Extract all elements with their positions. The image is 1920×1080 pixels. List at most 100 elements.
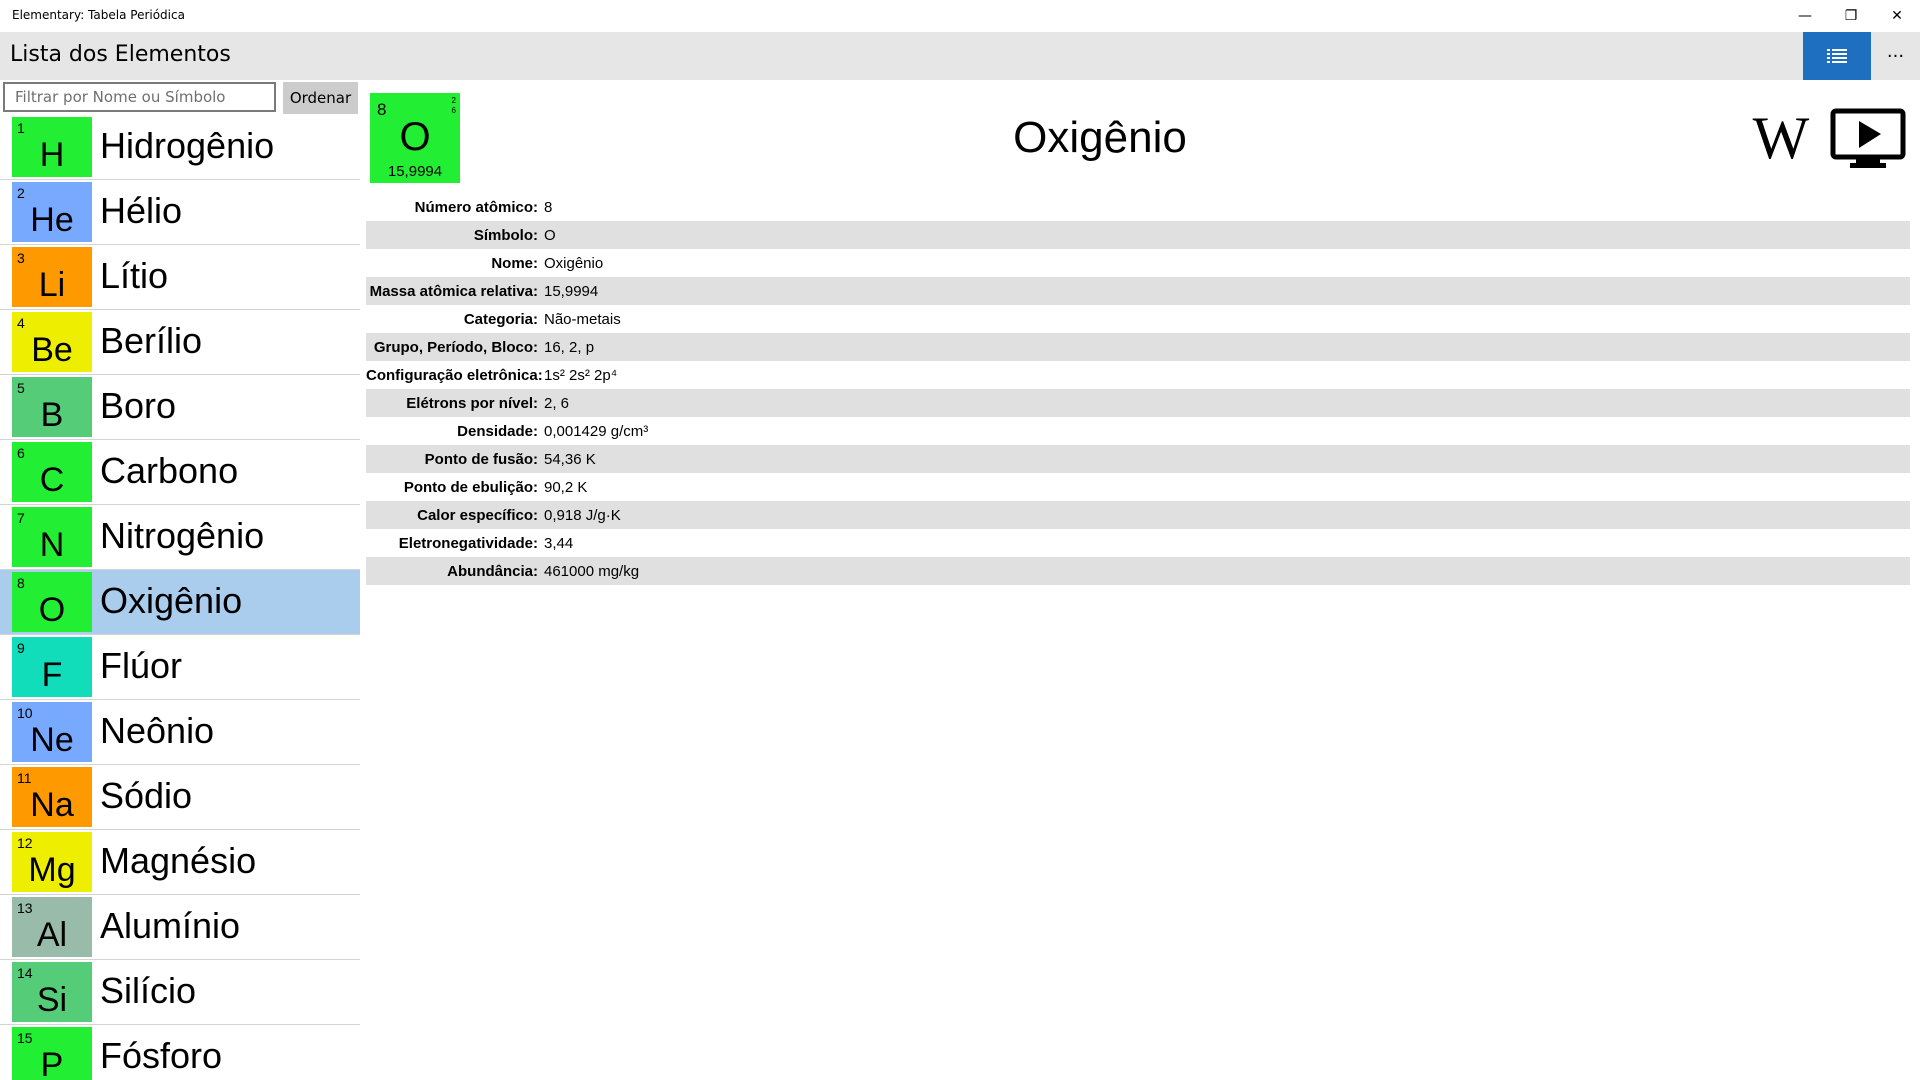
table-row: Massa atômica relativa: 15,9994 bbox=[366, 277, 1910, 305]
element-symbol: Na bbox=[30, 786, 74, 824]
element-symbol: Li bbox=[38, 266, 66, 304]
property-label: Categoria: bbox=[463, 310, 538, 328]
element-tile: 15 P bbox=[12, 1027, 92, 1080]
list-item[interactable]: 15 P Fósforo bbox=[0, 1025, 360, 1080]
element-name: Berílio bbox=[100, 320, 203, 361]
element-tile: 5B bbox=[12, 377, 92, 437]
element-symbol: F bbox=[41, 656, 63, 694]
list-item[interactable]: 13 Al Alumínio bbox=[0, 895, 360, 960]
wikipedia-button[interactable]: W bbox=[1744, 108, 1818, 168]
element-number: 7 bbox=[17, 510, 25, 526]
element-name: Boro bbox=[100, 385, 177, 426]
property-value: 16, 2, p bbox=[544, 338, 595, 356]
element-symbol: He bbox=[30, 201, 74, 239]
element-number: 2 bbox=[17, 185, 25, 201]
element-symbol: C bbox=[39, 461, 65, 499]
element-tile: 4 Be bbox=[12, 312, 92, 372]
element-name: Magnésio bbox=[100, 840, 257, 881]
element-tile: 12 Mg bbox=[12, 832, 92, 892]
table-row: Símbolo: O bbox=[366, 221, 1910, 249]
table-row: Grupo, Período, Bloco: 16, 2, p bbox=[366, 333, 1910, 361]
list-item[interactable]: 8 O Oxigênio bbox=[0, 570, 360, 635]
element-name: Nitrogênio bbox=[100, 515, 265, 556]
list-icon bbox=[1827, 49, 1847, 63]
filter-input[interactable] bbox=[3, 82, 276, 112]
element-number: 9 bbox=[17, 640, 25, 656]
table-row: Abundância: 461000 mg/kg bbox=[366, 557, 1910, 585]
element-name: Oxigênio bbox=[100, 580, 243, 621]
element-symbol: Al bbox=[36, 916, 68, 954]
close-button[interactable]: ✕ bbox=[1874, 0, 1920, 32]
table-row: Ponto de ebulição: 90,2 K bbox=[366, 473, 1910, 501]
element-symbol: O bbox=[38, 591, 66, 629]
property-value: O bbox=[544, 226, 556, 244]
element-tile: 13 Al bbox=[12, 897, 92, 957]
list-item[interactable]: 4 Be Berílio bbox=[0, 310, 360, 375]
element-symbol: B bbox=[40, 396, 64, 434]
window-titlebar: Elementary: Tabela Periódica — ❐ ✕ bbox=[0, 0, 1920, 32]
element-number: 15 bbox=[17, 1030, 33, 1046]
sort-button[interactable]: Ordenar bbox=[283, 82, 358, 114]
property-label: Eletronegatividade: bbox=[398, 534, 538, 552]
list-view-button[interactable] bbox=[1803, 32, 1871, 80]
list-item[interactable]: 9 F Flúor bbox=[0, 635, 360, 700]
list-item[interactable]: 5 B Boro bbox=[0, 375, 360, 440]
minimize-button[interactable]: — bbox=[1782, 0, 1828, 32]
video-play-icon bbox=[1830, 108, 1906, 168]
list-item[interactable]: 6 C Carbono bbox=[0, 440, 360, 505]
element-symbol: Ne bbox=[30, 721, 74, 759]
list-item[interactable]: 7 N Nitrogênio bbox=[0, 505, 360, 570]
element-tile: 2 He bbox=[12, 182, 92, 242]
element-tile: 9F bbox=[12, 637, 92, 697]
property-label: Massa atômica relativa: bbox=[369, 282, 538, 300]
element-name: Hidrogênio bbox=[100, 125, 275, 166]
property-value: 1s² 2s² 2p⁴ bbox=[544, 366, 618, 384]
element-tile: 6C bbox=[12, 442, 92, 502]
properties-table: Número atômico: 8 Símbolo: O Nome: Oxigênio Ma… bbox=[366, 193, 1910, 585]
element-tile: 1H bbox=[12, 117, 92, 177]
property-label: Configuração eletrônica: bbox=[366, 366, 543, 384]
element-detail-panel: 8 2 6 O 15,9994 Oxigênio W Número atômic… bbox=[366, 80, 1910, 1080]
property-label: Calor específico: bbox=[417, 506, 538, 524]
list-item[interactable]: 11 Na Sódio bbox=[0, 765, 360, 830]
element-number: 1 bbox=[17, 120, 25, 136]
element-tile: 14 Si bbox=[12, 962, 92, 1022]
list-item[interactable]: 3 Li Lítio bbox=[0, 245, 360, 310]
list-item[interactable]: 12 Mg Magnésio bbox=[0, 830, 360, 895]
window-title: Elementary: Tabela Periódica bbox=[12, 8, 185, 22]
list-item[interactable]: 1 H Hidrogênio bbox=[0, 115, 360, 180]
element-name: Carbono bbox=[100, 450, 239, 491]
video-button[interactable] bbox=[1830, 108, 1906, 170]
element-symbol: Mg bbox=[28, 851, 76, 889]
shell-1: 2 bbox=[451, 96, 456, 105]
element-tile: 8O bbox=[12, 572, 92, 632]
element-name: Fósforo bbox=[100, 1035, 223, 1076]
table-row: Calor específico: 0,918 J/g·K bbox=[366, 501, 1910, 529]
element-number: 13 bbox=[17, 900, 33, 916]
element-name: Silício bbox=[100, 970, 197, 1011]
page-title: Lista dos Elementos bbox=[10, 42, 231, 67]
property-value: 2, 6 bbox=[544, 394, 570, 412]
more-options-button[interactable]: ··· bbox=[1871, 32, 1920, 80]
property-label: Símbolo: bbox=[473, 226, 538, 244]
element-list: 1 H Hidrogênio 2 He Hélio 3 Li Lítio 4 Be Berílio 5 B… bbox=[0, 115, 360, 1080]
list-item[interactable]: 10 Ne Neônio bbox=[0, 700, 360, 765]
element-number: 3 bbox=[17, 250, 25, 266]
element-name: Alumínio bbox=[100, 905, 241, 946]
property-label: Densidade: bbox=[457, 422, 538, 440]
element-number: 6 bbox=[17, 445, 25, 461]
table-row: Ponto de fusão: 54,36 K bbox=[366, 445, 1910, 473]
table-row: Densidade: 0,001429 g/cm³ bbox=[366, 417, 1910, 445]
restore-button[interactable]: ❐ bbox=[1828, 0, 1874, 32]
property-value: 54,36 K bbox=[544, 450, 596, 468]
element-number: 5 bbox=[17, 380, 25, 396]
element-number: 10 bbox=[17, 705, 33, 721]
list-item[interactable]: 2 He Hélio bbox=[0, 180, 360, 245]
list-item[interactable]: 14 Si Silício bbox=[0, 960, 360, 1025]
table-row: Número atômico: 8 bbox=[366, 193, 1910, 221]
property-value: 15,9994 bbox=[544, 282, 599, 300]
element-name: Hélio bbox=[100, 190, 183, 231]
element-tile: 11 Na bbox=[12, 767, 92, 827]
element-name: Neônio bbox=[100, 710, 215, 751]
element-title: Oxigênio bbox=[1013, 113, 1187, 162]
